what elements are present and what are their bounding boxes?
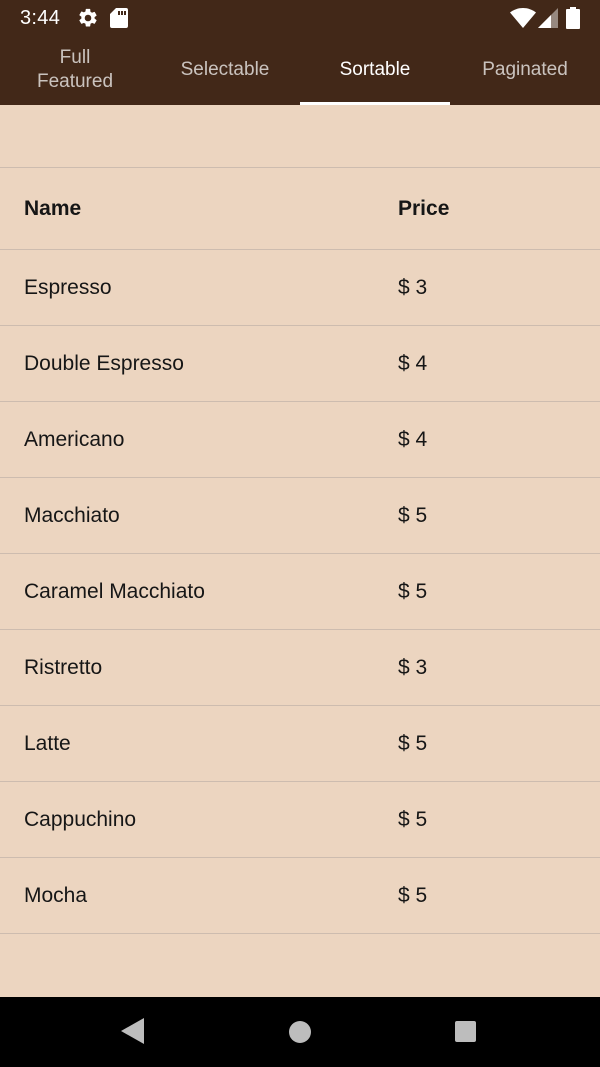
gear-icon — [79, 8, 97, 27]
cell-name: Macchiato — [24, 503, 120, 527]
cell-price: $ 5 — [398, 503, 428, 527]
table-row[interactable]: Cappuchino $ 5 — [0, 782, 600, 858]
cell-name: Ristretto — [24, 655, 103, 679]
cell-price: $ 4 — [398, 427, 428, 451]
column-header-name[interactable]: Name — [24, 197, 81, 221]
cell-name: Double Espresso — [24, 351, 184, 375]
table-row[interactable]: Espresso $ 3 — [0, 250, 600, 326]
column-header-price[interactable]: Price — [398, 197, 449, 221]
table-row[interactable]: Americano $ 4 — [0, 402, 600, 478]
cell-name: Latte — [24, 731, 71, 755]
recents-icon[interactable] — [455, 1021, 476, 1042]
cell-price: $ 5 — [398, 883, 428, 907]
cell-price: $ 3 — [398, 655, 428, 679]
table-row[interactable]: Caramel Macchiato $ 5 — [0, 554, 600, 630]
table-row[interactable]: Mocha $ 5 — [0, 858, 600, 934]
cell-name: Cappuchino — [24, 807, 137, 831]
tab-paginated[interactable]: Paginated — [450, 37, 600, 105]
cell-price: $ 5 — [398, 807, 428, 831]
cell-name: Espresso — [24, 275, 112, 299]
home-icon[interactable] — [289, 1021, 311, 1043]
table-header-row: Name Price — [0, 168, 600, 250]
cell-signal-icon — [538, 8, 558, 28]
tab-active-indicator — [300, 102, 450, 105]
cell-price: $ 5 — [398, 731, 428, 755]
tab-label: Full Featured — [36, 47, 114, 92]
table-row[interactable]: Ristretto $ 3 — [0, 630, 600, 706]
tab-selectable[interactable]: Selectable — [150, 37, 300, 105]
cell-name: Caramel Macchiato — [24, 579, 205, 603]
battery-icon — [566, 7, 580, 29]
table-row[interactable]: Double Espresso $ 4 — [0, 326, 600, 402]
tab-sortable[interactable]: Sortable — [300, 37, 450, 105]
sd-card-icon — [110, 8, 128, 28]
status-bar: 3:44 — [0, 0, 600, 37]
tab-label: Paginated — [482, 59, 568, 80]
back-icon[interactable] — [120, 1018, 144, 1044]
tab-bar: Full Featured Selectable Sortable Pagina… — [0, 37, 600, 105]
data-table: Name Price Espresso $ 3 Double Espresso … — [0, 167, 600, 934]
table-row[interactable]: Latte $ 5 — [0, 706, 600, 782]
table-row[interactable]: Macchiato $ 5 — [0, 478, 600, 554]
navigation-bar — [0, 997, 600, 1067]
cell-price: $ 3 — [398, 275, 428, 299]
tab-label: Sortable — [339, 59, 411, 80]
tab-label: Selectable — [180, 59, 270, 80]
wifi-icon — [510, 8, 536, 28]
cell-name: Americano — [24, 427, 125, 451]
cell-name: Mocha — [24, 883, 88, 907]
cell-price: $ 4 — [398, 351, 428, 375]
tab-full-featured[interactable]: Full Featured — [0, 37, 150, 105]
status-time: 3:44 — [20, 7, 61, 29]
cell-price: $ 5 — [398, 579, 428, 603]
